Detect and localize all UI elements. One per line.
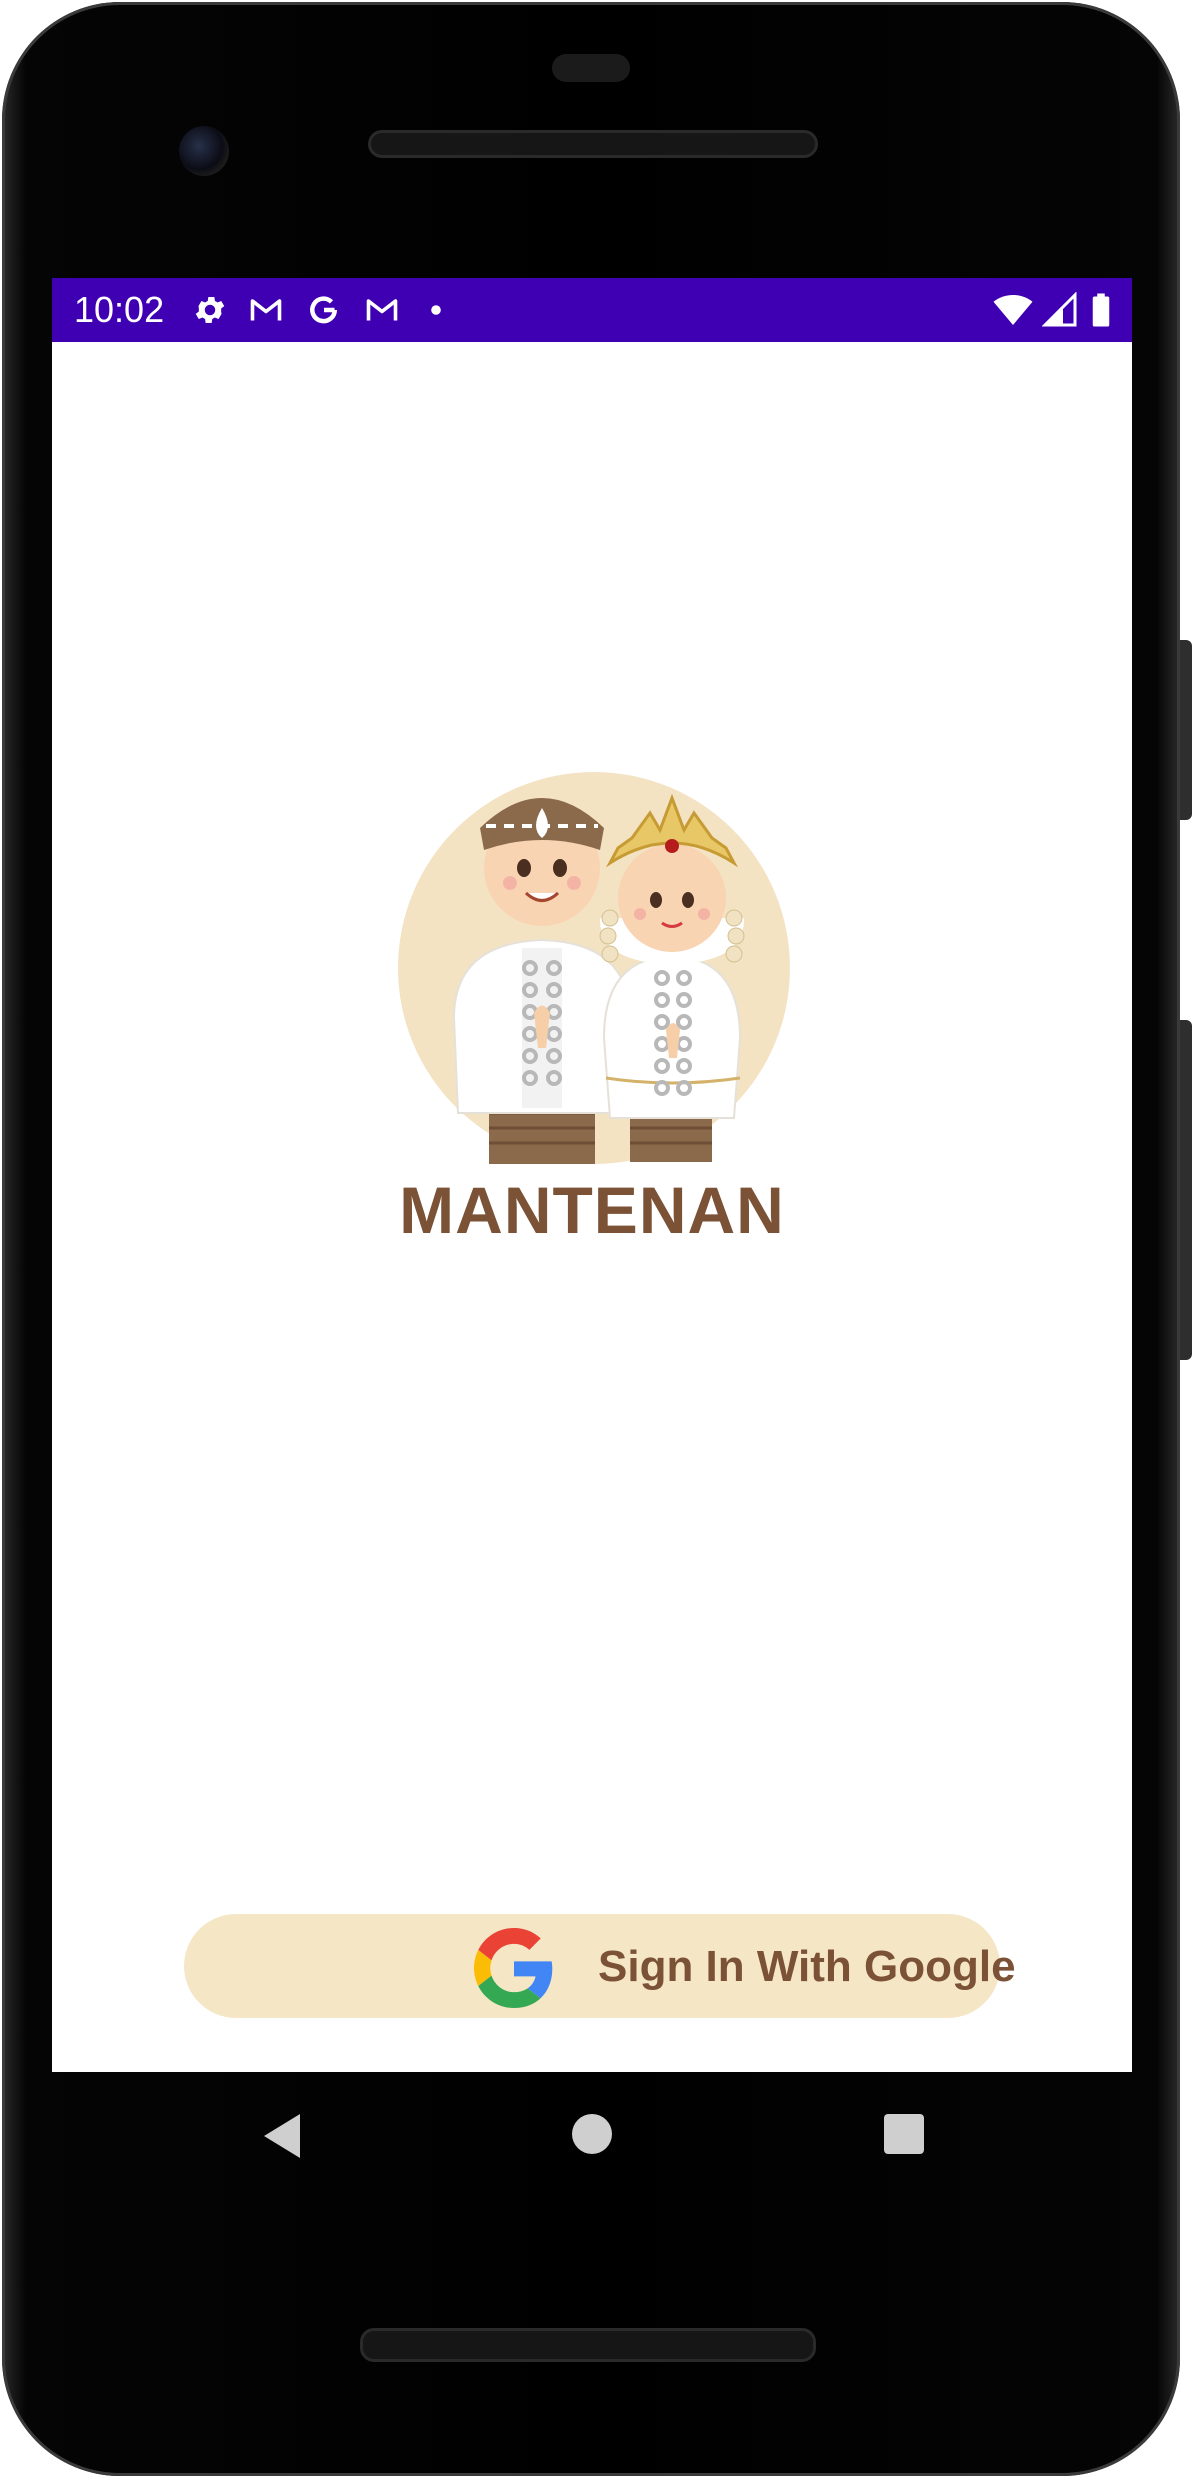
gmail-icon bbox=[366, 299, 398, 321]
google-sign-in-button[interactable]: Sign In With Google bbox=[184, 1914, 1016, 2018]
battery-icon bbox=[1092, 293, 1110, 327]
power-button bbox=[1180, 640, 1192, 820]
proximity-sensor bbox=[552, 54, 630, 82]
navigation-bar bbox=[52, 2072, 1132, 2202]
phone-frame: 10:02 MANTENAN Sign In With Google bbox=[0, 0, 1194, 2480]
bottom-speaker-grille bbox=[360, 2328, 816, 2362]
home-icon[interactable] bbox=[570, 2112, 614, 2156]
gmail-icon bbox=[250, 299, 282, 321]
status-time: 10:02 bbox=[74, 289, 165, 330]
cell-signal-icon bbox=[1042, 292, 1077, 327]
screen: 10:02 MANTENAN Sign In With Google bbox=[52, 278, 1132, 2072]
status-bar: 10:02 bbox=[52, 278, 1132, 342]
volume-button bbox=[1180, 1020, 1192, 1360]
wifi-icon bbox=[993, 295, 1033, 325]
recents-icon[interactable] bbox=[882, 2112, 926, 2156]
app-title: MANTENAN bbox=[399, 1173, 785, 1247]
sign-in-label: Sign In With Google bbox=[598, 1942, 1016, 1991]
bride-and-groom-logo bbox=[398, 772, 790, 1164]
top-speaker-grille bbox=[368, 130, 818, 158]
google-g-icon bbox=[310, 296, 338, 324]
front-camera-icon bbox=[179, 126, 229, 176]
notification-dot-icon bbox=[431, 305, 441, 315]
settings-gear-icon bbox=[195, 296, 225, 324]
google-g-icon bbox=[474, 1928, 553, 2008]
back-icon[interactable] bbox=[258, 2110, 304, 2162]
